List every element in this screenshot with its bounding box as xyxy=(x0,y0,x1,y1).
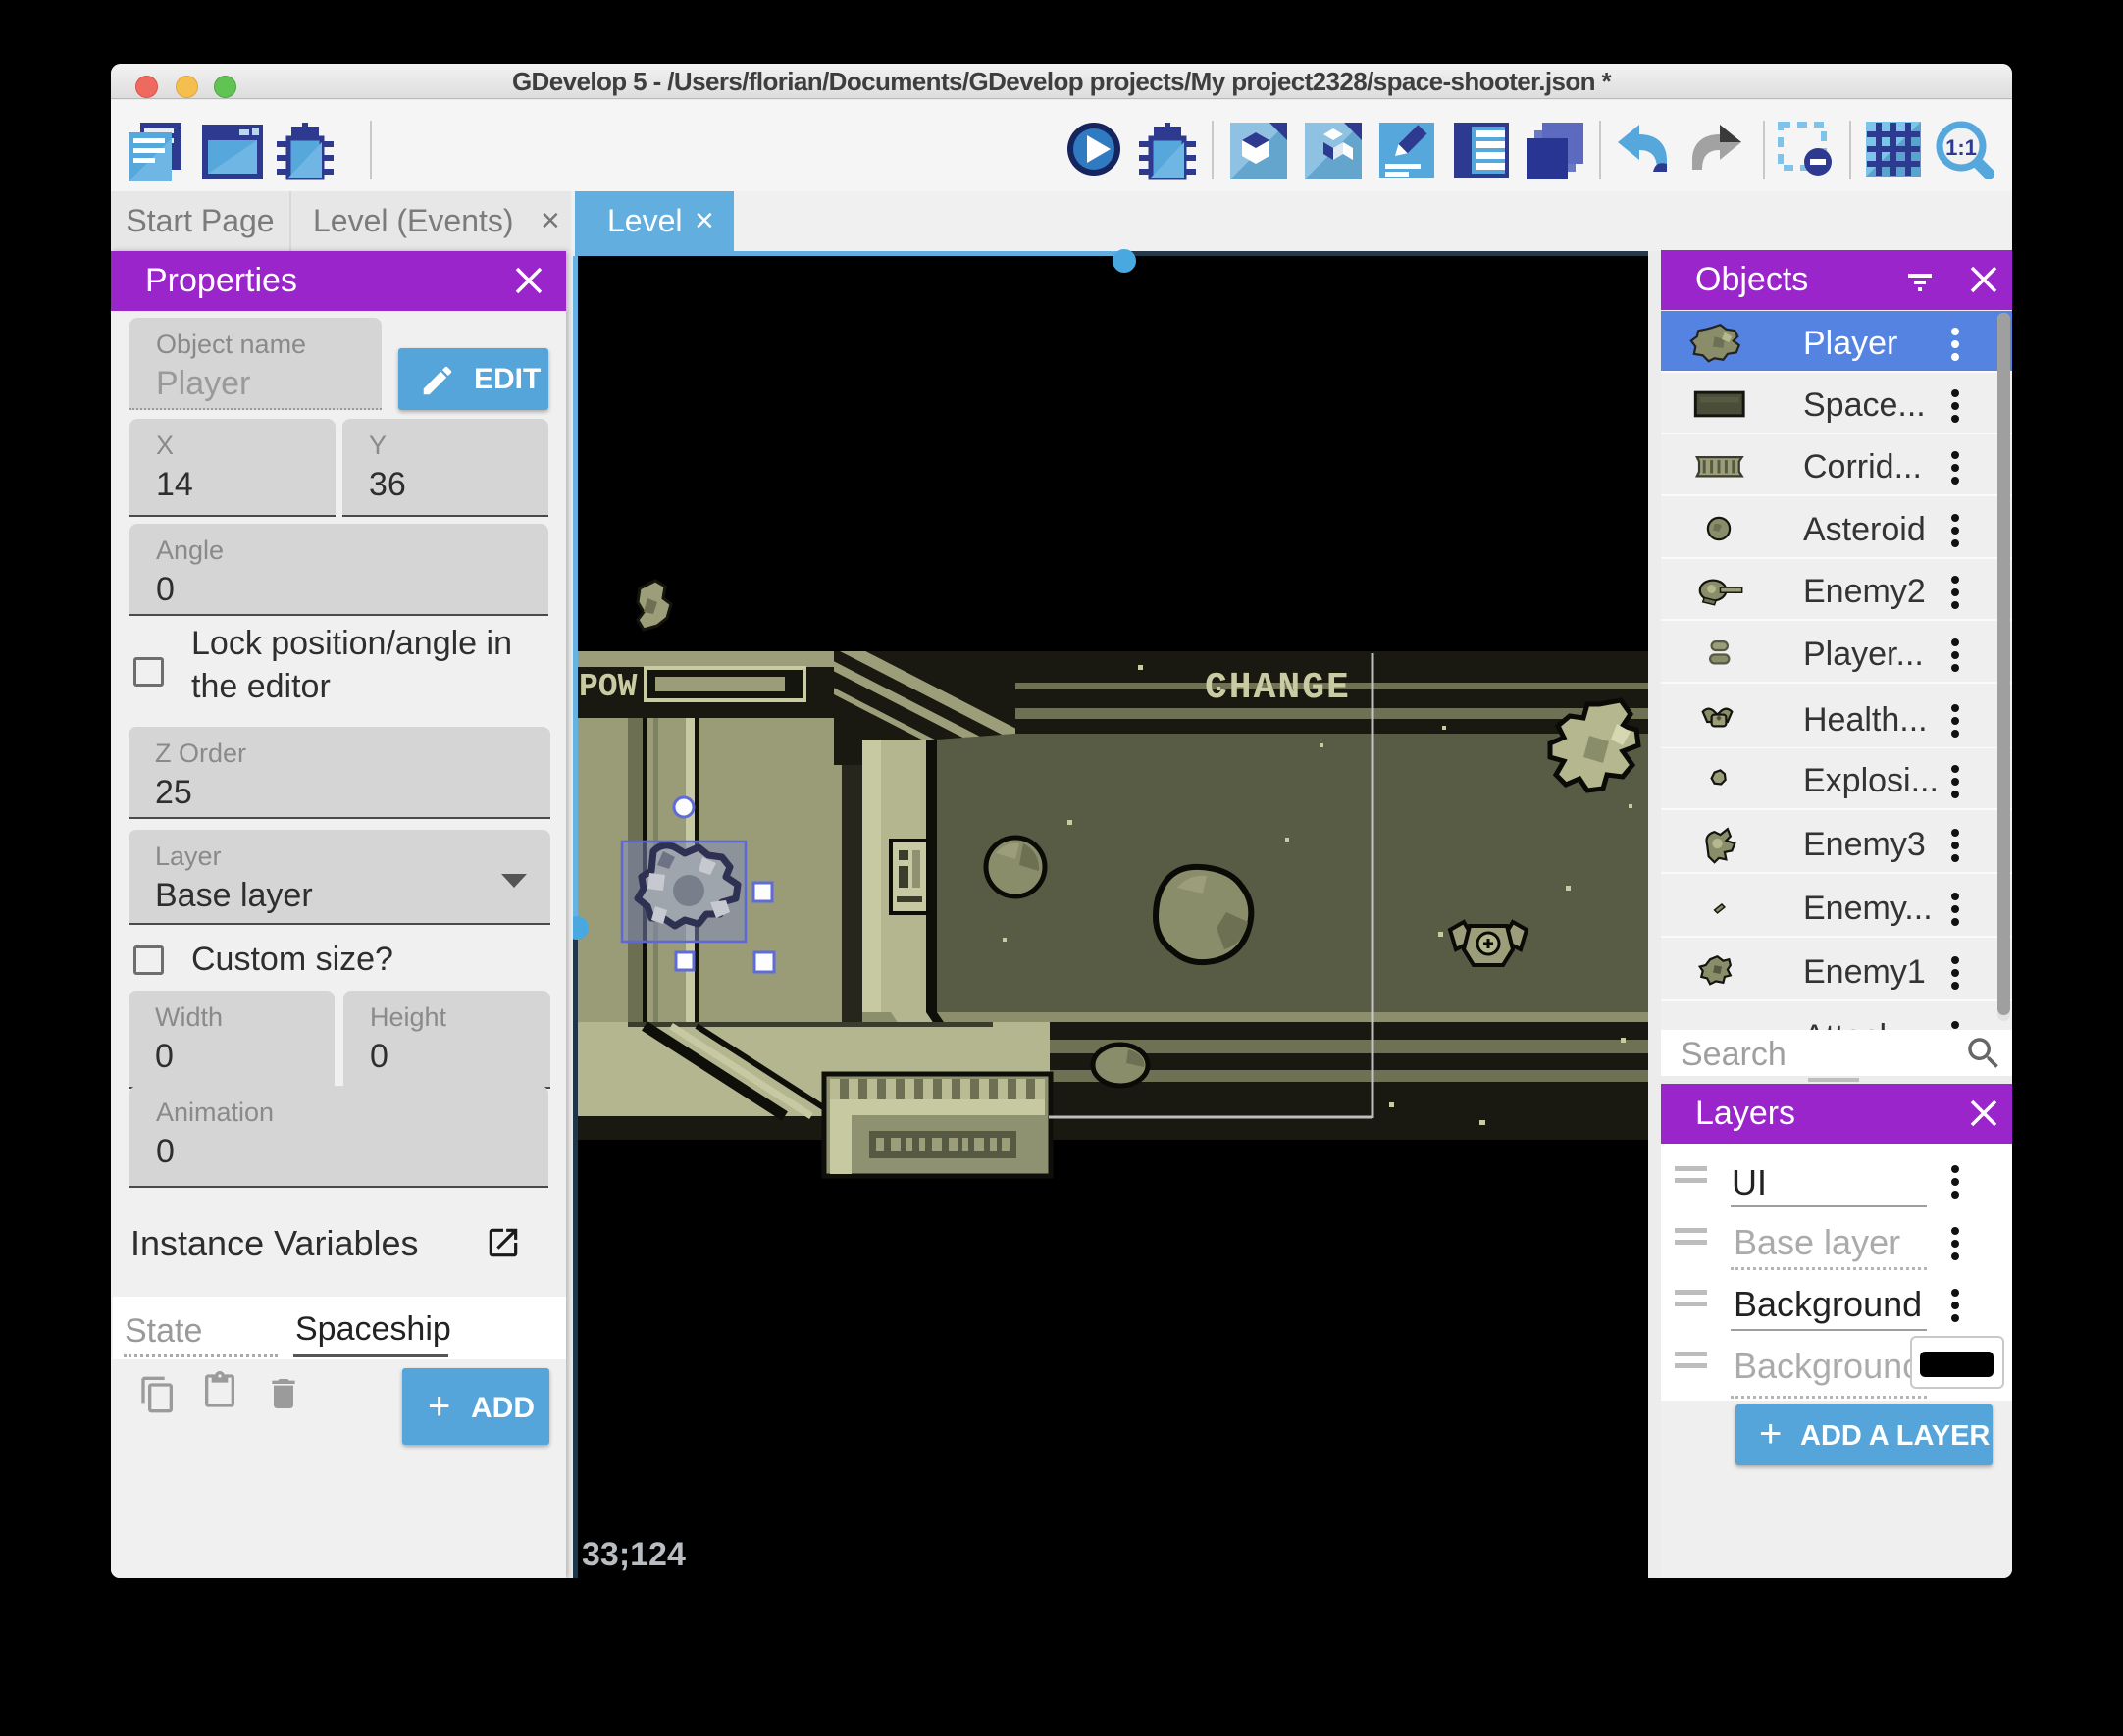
svg-text:1:1: 1:1 xyxy=(1945,135,1977,160)
svg-text:33;124: 33;124 xyxy=(582,1536,686,1573)
svg-text:CHANGE: CHANGE xyxy=(1205,667,1351,709)
svg-text:POW: POW xyxy=(579,669,638,705)
